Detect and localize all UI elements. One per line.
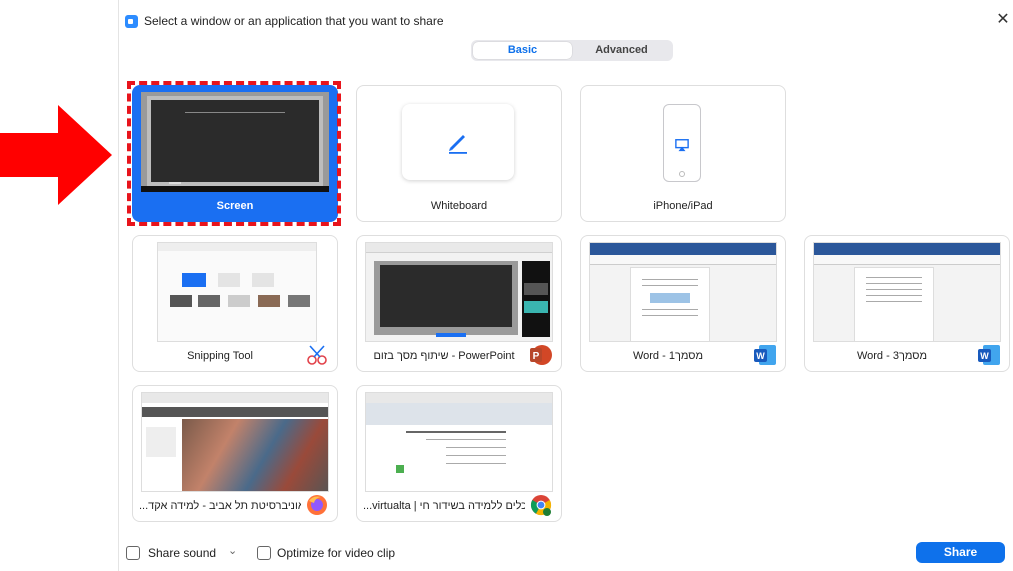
chevron-down-icon[interactable]: ⌄ [228, 544, 237, 557]
tile-label: Word - מסמך1 [632, 350, 704, 362]
tile-snipping-tool[interactable]: Snipping Tool [132, 235, 338, 372]
tab-basic[interactable]: Basic [473, 42, 572, 59]
word3-thumbnail [813, 242, 1001, 342]
scissors-icon [307, 345, 327, 365]
tile-label: Word - מסמך3 [856, 350, 928, 362]
page: Select a window or an application that y… [0, 0, 1013, 571]
firefox-thumbnail [141, 392, 329, 492]
firefox-icon [307, 495, 327, 515]
zoom-app-icon [125, 14, 138, 28]
tab-advanced[interactable]: Advanced [572, 42, 671, 59]
word-icon: W [754, 345, 776, 365]
optimize-video-checkbox[interactable] [257, 546, 271, 560]
tile-chrome[interactable]: ...virtualta | כלים ללמידה בשידור חי [356, 385, 562, 522]
tile-label: Whiteboard [430, 200, 488, 212]
chrome-icon [530, 495, 552, 516]
tile-label: Snipping Tool [187, 350, 253, 362]
tile-whiteboard[interactable]: Whiteboard [356, 85, 562, 222]
tile-iphone-ipad[interactable]: iPhone/iPad [580, 85, 786, 222]
svg-text:W: W [980, 351, 989, 361]
tile-firefox[interactable]: ...אוניברסיטת תל אביב - למידה אקד [132, 385, 338, 522]
powerpoint-thumbnail [365, 242, 553, 342]
dialog-title: Select a window or an application that y… [144, 14, 444, 28]
close-icon[interactable]: ✕ [994, 10, 1012, 30]
word1-thumbnail [589, 242, 777, 342]
tile-word-1[interactable]: Word - מסמך1 W [580, 235, 786, 372]
whiteboard-card [402, 104, 514, 180]
svg-text:W: W [756, 351, 765, 361]
share-button[interactable]: Share [916, 542, 1005, 563]
red-arrow-annotation [0, 105, 112, 205]
tile-label: ...virtualta | כלים ללמידה בשידור חי [363, 500, 525, 512]
tile-label: iPhone/iPad [653, 200, 713, 212]
optimize-video-label: Optimize for video clip [277, 546, 396, 560]
title-bar: Select a window or an application that y… [119, 10, 1013, 32]
powerpoint-icon: P [530, 345, 552, 365]
bottom-bar: Share sound ⌄ Optimize for video clip Sh… [119, 541, 1013, 567]
svg-text:P: P [533, 351, 540, 362]
share-sound-label: Share sound [148, 546, 217, 560]
tile-label: שיתוף מסך בזום - PowerPoint [373, 350, 515, 362]
tile-powerpoint[interactable]: שיתוף מסך בזום - PowerPoint P [356, 235, 562, 372]
chrome-thumbnail [365, 392, 553, 492]
word-icon: W [978, 345, 1000, 365]
snipping-thumbnail [157, 242, 317, 342]
tile-label: ...אוניברסיטת תל אביב - למידה אקד [139, 500, 301, 512]
share-sound-checkbox[interactable] [126, 546, 140, 560]
phone-frame [663, 104, 701, 182]
airplay-icon [675, 139, 689, 152]
tab-bar: Basic Advanced [471, 40, 673, 61]
tile-word-3[interactable]: Word - מסמך3 W [804, 235, 1010, 372]
pen-icon [449, 135, 467, 154]
selection-highlight-annotation [127, 81, 341, 226]
